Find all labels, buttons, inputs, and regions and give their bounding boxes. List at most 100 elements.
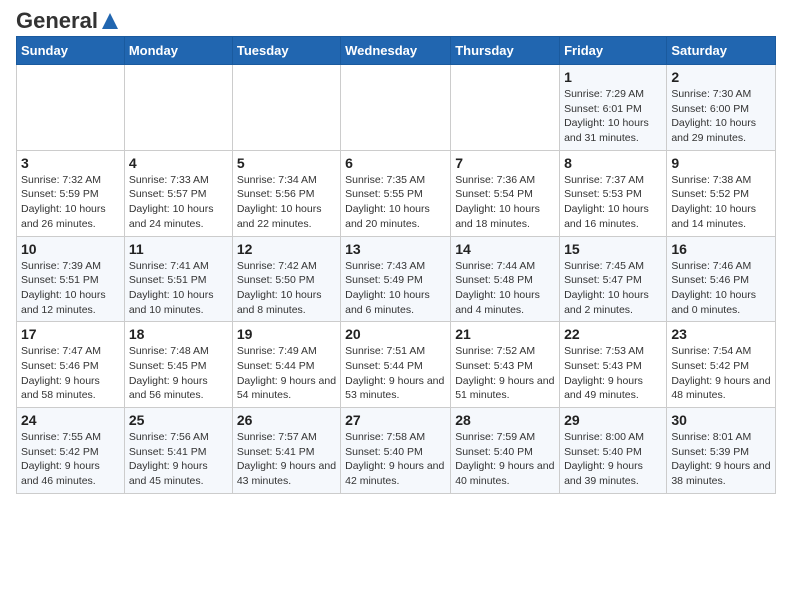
week-row-3: 17 Sunrise: 7:47 AM Sunset: 5:46 PM Dayli… (17, 322, 776, 408)
calendar-cell: 24Sunrise: 7:55 AM Sunset: 5:42 PM Dayli… (17, 408, 125, 494)
day-info: Sunrise: 7:58 AM Sunset: 5:40 PM Dayligh… (345, 430, 446, 489)
calendar-cell: 6 Sunrise: 7:35 AM Sunset: 5:55 PM Daylig… (341, 150, 451, 236)
day-number: 29 (564, 412, 662, 428)
day-header-thursday: Thursday (451, 37, 560, 65)
day-info: Sunrise: 7:51 AM Sunset: 5:44 PM Dayligh… (345, 344, 446, 403)
day-info: Sunrise: 7:34 AM Sunset: 5:56 PM Dayligh… (237, 173, 336, 232)
day-header-tuesday: Tuesday (232, 37, 340, 65)
calendar-cell: 9 Sunrise: 7:38 AM Sunset: 5:52 PM Daylig… (667, 150, 776, 236)
day-number: 13 (345, 241, 446, 257)
week-row-2: 10Sunrise: 7:39 AM Sunset: 5:51 PM Dayli… (17, 236, 776, 322)
day-number: 25 (129, 412, 228, 428)
day-header-wednesday: Wednesday (341, 37, 451, 65)
day-info: Sunrise: 7:57 AM Sunset: 5:41 PM Dayligh… (237, 430, 336, 489)
calendar-cell: 21 Sunrise: 7:52 AM Sunset: 5:43 PM Dayli… (451, 322, 560, 408)
day-number: 17 (21, 326, 120, 342)
day-number: 12 (237, 241, 336, 257)
day-number: 26 (237, 412, 336, 428)
day-number: 20 (345, 326, 446, 342)
page-header: General (16, 16, 776, 28)
day-number: 9 (671, 155, 771, 171)
calendar-cell: 11 Sunrise: 7:41 AM Sunset: 5:51 PM Dayli… (124, 236, 232, 322)
calendar-cell (341, 65, 451, 151)
logo-general-label: General (16, 8, 98, 34)
calendar-cell (232, 65, 340, 151)
day-info: Sunrise: 7:45 AM Sunset: 5:47 PM Dayligh… (564, 259, 662, 318)
day-number: 28 (455, 412, 555, 428)
day-info: Sunrise: 7:41 AM Sunset: 5:51 PM Dayligh… (129, 259, 228, 318)
calendar-cell: 18 Sunrise: 7:48 AM Sunset: 5:45 PM Dayli… (124, 322, 232, 408)
calendar-cell: 22Sunrise: 7:53 AM Sunset: 5:43 PM Dayli… (560, 322, 667, 408)
calendar-cell (124, 65, 232, 151)
day-number: 14 (455, 241, 555, 257)
day-number: 7 (455, 155, 555, 171)
day-number: 30 (671, 412, 771, 428)
day-header-saturday: Saturday (667, 37, 776, 65)
calendar-cell: 19 Sunrise: 7:49 AM Sunset: 5:44 PM Dayli… (232, 322, 340, 408)
calendar-cell: 30 Sunrise: 8:01 AM Sunset: 5:39 PM Dayli… (667, 408, 776, 494)
calendar-cell: 26 Sunrise: 7:57 AM Sunset: 5:41 PM Dayli… (232, 408, 340, 494)
calendar-cell: 8 Sunrise: 7:37 AM Sunset: 5:53 PM Daylig… (560, 150, 667, 236)
calendar-cell: 28Sunrise: 7:59 AM Sunset: 5:40 PM Dayli… (451, 408, 560, 494)
day-number: 6 (345, 155, 446, 171)
calendar-cell: 29 Sunrise: 8:00 AM Sunset: 5:40 PM Dayli… (560, 408, 667, 494)
day-info: Sunrise: 7:43 AM Sunset: 5:49 PM Dayligh… (345, 259, 446, 318)
day-number: 19 (237, 326, 336, 342)
calendar-cell: 4Sunrise: 7:33 AM Sunset: 5:57 PM Daylig… (124, 150, 232, 236)
logo: General (16, 16, 122, 28)
logo-triangle-icon (100, 11, 120, 31)
day-number: 18 (129, 326, 228, 342)
day-info: Sunrise: 7:52 AM Sunset: 5:43 PM Dayligh… (455, 344, 555, 403)
day-header-monday: Monday (124, 37, 232, 65)
calendar-cell: 27 Sunrise: 7:58 AM Sunset: 5:40 PM Dayli… (341, 408, 451, 494)
day-header-friday: Friday (560, 37, 667, 65)
day-number: 5 (237, 155, 336, 171)
day-info: Sunrise: 7:44 AM Sunset: 5:48 PM Dayligh… (455, 259, 555, 318)
day-info: Sunrise: 7:38 AM Sunset: 5:52 PM Dayligh… (671, 173, 771, 232)
day-info: Sunrise: 7:35 AM Sunset: 5:55 PM Dayligh… (345, 173, 446, 232)
calendar-cell: 15 Sunrise: 7:45 AM Sunset: 5:47 PM Dayli… (560, 236, 667, 322)
week-row-4: 24Sunrise: 7:55 AM Sunset: 5:42 PM Dayli… (17, 408, 776, 494)
header-row: SundayMondayTuesdayWednesdayThursdayFrid… (17, 37, 776, 65)
week-row-1: 3 Sunrise: 7:32 AM Sunset: 5:59 PM Daylig… (17, 150, 776, 236)
day-info: Sunrise: 7:37 AM Sunset: 5:53 PM Dayligh… (564, 173, 662, 232)
day-info: Sunrise: 7:48 AM Sunset: 5:45 PM Dayligh… (129, 344, 228, 403)
calendar-cell: 7 Sunrise: 7:36 AM Sunset: 5:54 PM Daylig… (451, 150, 560, 236)
day-info: Sunrise: 7:49 AM Sunset: 5:44 PM Dayligh… (237, 344, 336, 403)
calendar-cell: 5 Sunrise: 7:34 AM Sunset: 5:56 PM Daylig… (232, 150, 340, 236)
calendar-cell: 2Sunrise: 7:30 AM Sunset: 6:00 PM Daylig… (667, 65, 776, 151)
day-number: 21 (455, 326, 555, 342)
calendar-cell: 13 Sunrise: 7:43 AM Sunset: 5:49 PM Dayli… (341, 236, 451, 322)
day-number: 16 (671, 241, 771, 257)
day-number: 2 (671, 69, 771, 85)
calendar-cell: 1Sunrise: 7:29 AM Sunset: 6:01 PM Daylig… (560, 65, 667, 151)
calendar-cell: 17 Sunrise: 7:47 AM Sunset: 5:46 PM Dayli… (17, 322, 125, 408)
calendar-cell: 12 Sunrise: 7:42 AM Sunset: 5:50 PM Dayli… (232, 236, 340, 322)
calendar-cell: 3 Sunrise: 7:32 AM Sunset: 5:59 PM Daylig… (17, 150, 125, 236)
day-info: Sunrise: 7:36 AM Sunset: 5:54 PM Dayligh… (455, 173, 555, 232)
calendar-cell: 23 Sunrise: 7:54 AM Sunset: 5:42 PM Dayli… (667, 322, 776, 408)
day-number: 10 (21, 241, 120, 257)
week-row-0: 1Sunrise: 7:29 AM Sunset: 6:01 PM Daylig… (17, 65, 776, 151)
day-number: 3 (21, 155, 120, 171)
day-number: 27 (345, 412, 446, 428)
calendar-cell (17, 65, 125, 151)
day-number: 11 (129, 241, 228, 257)
day-info: Sunrise: 7:54 AM Sunset: 5:42 PM Dayligh… (671, 344, 771, 403)
day-number: 23 (671, 326, 771, 342)
day-number: 8 (564, 155, 662, 171)
day-number: 22 (564, 326, 662, 342)
calendar-cell: 14 Sunrise: 7:44 AM Sunset: 5:48 PM Dayli… (451, 236, 560, 322)
day-info: Sunrise: 7:47 AM Sunset: 5:46 PM Dayligh… (21, 344, 120, 403)
day-info: Sunrise: 7:32 AM Sunset: 5:59 PM Dayligh… (21, 173, 120, 232)
day-info: Sunrise: 8:00 AM Sunset: 5:40 PM Dayligh… (564, 430, 662, 489)
day-info: Sunrise: 8:01 AM Sunset: 5:39 PM Dayligh… (671, 430, 771, 489)
calendar-table: SundayMondayTuesdayWednesdayThursdayFrid… (16, 36, 776, 494)
day-number: 15 (564, 241, 662, 257)
day-info: Sunrise: 7:46 AM Sunset: 5:46 PM Dayligh… (671, 259, 771, 318)
day-info: Sunrise: 7:33 AM Sunset: 5:57 PM Dayligh… (129, 173, 228, 232)
calendar-cell: 10Sunrise: 7:39 AM Sunset: 5:51 PM Dayli… (17, 236, 125, 322)
calendar-cell (451, 65, 560, 151)
day-info: Sunrise: 7:42 AM Sunset: 5:50 PM Dayligh… (237, 259, 336, 318)
calendar-cell: 25Sunrise: 7:56 AM Sunset: 5:41 PM Dayli… (124, 408, 232, 494)
